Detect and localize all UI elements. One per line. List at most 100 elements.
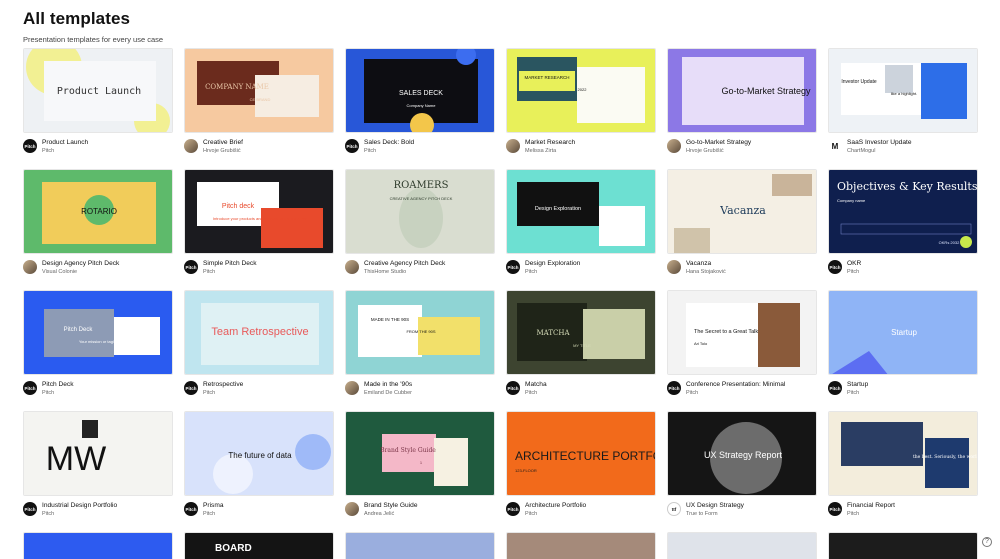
template-card[interactable]: Product Launch Pitch Product Launch Pitch <box>23 48 173 161</box>
template-thumbnail[interactable]: COMPANY NAME CE BRAND <box>184 48 334 133</box>
template-title[interactable]: Simple Pitch Deck <box>203 260 257 267</box>
template-card[interactable]: SALES DECK Company Name Pitch Sales Deck: B… <box>345 48 495 161</box>
template-thumbnail[interactable]: the best. Seriously, the world. <box>828 411 978 496</box>
template-thumbnail[interactable]: Pitch deck Introduce your products and se… <box>184 169 334 254</box>
template-card[interactable]: Team Retrospective Pitch Retrospective Pitc… <box>184 290 334 403</box>
template-author: Pitch <box>847 390 860 396</box>
template-card[interactable]: Brand Style Guide 1 Brand Style Guide Andre… <box>345 411 495 524</box>
template-title[interactable]: Sales Deck: Bold <box>364 139 414 146</box>
thumbnail-title: Investor Update <box>841 79 877 85</box>
template-card[interactable]: ROTARIO Design Agency Pitch Deck Visual Co… <box>23 169 173 282</box>
template-thumbnail[interactable]: Go-to-Market Strategy <box>667 48 817 133</box>
template-thumbnail[interactable]: Pitch Deck Your mission or tagline <box>23 290 173 375</box>
template-thumbnail[interactable]: The future of data <box>184 411 334 496</box>
template-title[interactable]: SaaS Investor Update <box>847 139 912 146</box>
template-thumbnail[interactable]: ROAMERS CREATIVE AGENCY PITCH DECK <box>345 169 495 254</box>
template-thumbnail-partial[interactable] <box>667 532 817 559</box>
thumbnail-title: Team Retrospective <box>211 326 308 338</box>
template-card[interactable]: Pitch Deck Your mission or tagline Pitch Pi… <box>23 290 173 403</box>
template-title[interactable]: OKR <box>847 260 861 267</box>
template-thumbnail-partial[interactable] <box>828 532 978 559</box>
template-card[interactable]: MARKET RESEARCH 2022 Market Research Meliss… <box>506 48 656 161</box>
thumbnail-title: ROTARIO <box>81 207 117 216</box>
template-title[interactable]: Startup <box>847 381 868 388</box>
template-thumbnail[interactable]: Investor Update like a highlight. <box>828 48 978 133</box>
question-icon[interactable]: ? <box>982 537 992 547</box>
template-title[interactable]: Design Agency Pitch Deck <box>42 260 119 267</box>
template-thumbnail[interactable]: MARKET RESEARCH 2022 <box>506 48 656 133</box>
template-thumbnail-partial[interactable] <box>23 532 173 559</box>
template-card[interactable]: COMPANY NAME CE BRAND Creative Brief Hrvoje… <box>184 48 334 161</box>
template-title[interactable]: Conference Presentation: Minimal <box>686 381 785 388</box>
template-card[interactable]: MADE IN THE 90S FROM THE 90S Made in the '… <box>345 290 495 403</box>
template-card[interactable]: Objectives & Key Results Company name OKRs… <box>828 169 978 282</box>
template-thumbnail-partial[interactable] <box>506 532 656 559</box>
template-title[interactable]: Retrospective <box>203 381 243 388</box>
template-card[interactable]: MW Pitch Industrial Design Portfolio Pitch <box>23 411 173 524</box>
template-thumbnail[interactable]: Design Exploration <box>506 169 656 254</box>
thumbnail-title: Startup <box>891 328 917 337</box>
author-avatar <box>345 260 359 274</box>
template-card[interactable]: the best. Seriously, the world. Pitch Fina… <box>828 411 978 524</box>
template-thumbnail[interactable]: Product Launch <box>23 48 173 133</box>
template-thumbnail[interactable]: The Secret to a Great Talk Ari Tolo <box>667 290 817 375</box>
template-thumbnail[interactable]: Startup <box>828 290 978 375</box>
template-title[interactable]: Matcha <box>525 381 547 388</box>
template-title[interactable]: Made in the '90s <box>364 381 412 388</box>
template-thumbnail[interactable]: ARCHITECTURE PORTFOLIO 123-FLOOR <box>506 411 656 496</box>
author-avatar: Pitch <box>23 502 37 516</box>
template-thumbnail[interactable]: SALES DECK Company Name <box>345 48 495 133</box>
template-author: Hrvoje Grubišić <box>686 148 724 154</box>
template-title[interactable]: Design Exploration <box>525 260 580 267</box>
template-card[interactable]: ARCHITECTURE PORTFOLIO 123-FLOOR Pitch Arch… <box>506 411 656 524</box>
template-card[interactable]: Design Exploration Pitch Design Exploratio… <box>506 169 656 282</box>
template-card[interactable]: The future of data Pitch Prisma Pitch <box>184 411 334 524</box>
author-avatar: Pitch <box>184 381 198 395</box>
template-thumbnail[interactable]: Brand Style Guide 1 <box>345 411 495 496</box>
author-avatar <box>667 139 681 153</box>
template-thumbnail[interactable]: UX Strategy Report <box>667 411 817 496</box>
template-thumbnail[interactable]: Vacanza <box>667 169 817 254</box>
template-author: Pitch <box>364 148 377 154</box>
template-title[interactable]: Market Research <box>525 139 575 146</box>
template-title[interactable]: Architecture Portfolio <box>525 502 586 509</box>
template-card[interactable]: Pitch deck Introduce your products and se… <box>184 169 334 282</box>
template-title[interactable]: Industrial Design Portfolio <box>42 502 117 509</box>
template-card[interactable]: Startup Pitch Startup Pitch <box>828 290 978 403</box>
template-author: Pitch <box>42 390 55 396</box>
template-thumbnail[interactable]: ROTARIO <box>23 169 173 254</box>
template-thumbnail[interactable]: MW <box>23 411 173 496</box>
template-author: Visual Colonie <box>42 269 78 275</box>
template-title[interactable]: Brand Style Guide <box>364 502 418 509</box>
template-title[interactable]: Pitch Deck <box>42 381 74 388</box>
author-avatar: Pitch <box>184 260 198 274</box>
template-thumbnail[interactable]: MATCHA MY TITLE <box>506 290 656 375</box>
template-card[interactable]: MATCHA MY TITLE Pitch Matcha Pitch <box>506 290 656 403</box>
template-title[interactable]: Creative Agency Pitch Deck <box>364 260 445 267</box>
template-title[interactable]: Go-to-Market Strategy <box>686 139 751 146</box>
template-thumbnail[interactable]: Team Retrospective <box>184 290 334 375</box>
thumbnail-title: BOARD <box>215 543 252 554</box>
template-author: Pitch <box>42 511 55 517</box>
template-thumbnail[interactable]: MADE IN THE 90S FROM THE 90S <box>345 290 495 375</box>
template-card[interactable]: Go-to-Market Strategy Go-to-Market Strate… <box>667 48 817 161</box>
page-header: All templates Presentation templates for… <box>23 9 163 44</box>
template-title[interactable]: UX Design Strategy <box>686 502 744 509</box>
template-title[interactable]: Financial Report <box>847 502 895 509</box>
template-title[interactable]: Creative Brief <box>203 139 243 146</box>
template-title[interactable]: Prisma <box>203 502 224 509</box>
thumbnail-subtitle: 123-FLOOR <box>515 468 537 473</box>
template-card[interactable]: Investor Update like a highlight. M SaaS In… <box>828 48 978 161</box>
template-title[interactable]: Vacanza <box>686 260 711 267</box>
template-thumbnail-partial[interactable]: BOARD <box>184 532 334 559</box>
template-card[interactable]: UX Strategy Report ttf UX Design Strategy T… <box>667 411 817 524</box>
thumbnail-title: Design Exploration <box>535 206 581 212</box>
template-card[interactable]: Vacanza Vacanza Hana Stojaković <box>667 169 817 282</box>
author-avatar <box>667 260 681 274</box>
template-title[interactable]: Product Launch <box>42 139 88 146</box>
thumbnail-extra: OKRs 2032 <box>939 240 960 245</box>
template-card[interactable]: ROAMERS CREATIVE AGENCY PITCH DECK Creativ… <box>345 169 495 282</box>
template-thumbnail-partial[interactable] <box>345 532 495 559</box>
template-card[interactable]: The Secret to a Great Talk Ari Tolo Pitch C… <box>667 290 817 403</box>
template-thumbnail[interactable]: Objectives & Key Results Company name OKRs… <box>828 169 978 254</box>
